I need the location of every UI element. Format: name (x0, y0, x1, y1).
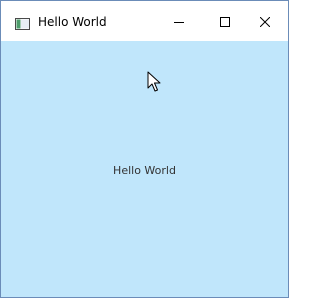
app-window-icon (15, 15, 30, 30)
title-bar[interactable]: Hello World (1, 1, 288, 41)
maximize-icon (220, 12, 230, 31)
client-area[interactable]: Hello World (1, 41, 288, 297)
close-button[interactable] (242, 1, 288, 41)
app-window: Hello World Hello World (0, 0, 289, 298)
close-icon (259, 12, 271, 31)
minimize-button[interactable] (156, 1, 202, 41)
minimize-icon (174, 12, 184, 31)
hello-world-label: Hello World (113, 164, 176, 177)
mouse-pointer-icon (147, 71, 161, 93)
window-title: Hello World (38, 15, 107, 29)
